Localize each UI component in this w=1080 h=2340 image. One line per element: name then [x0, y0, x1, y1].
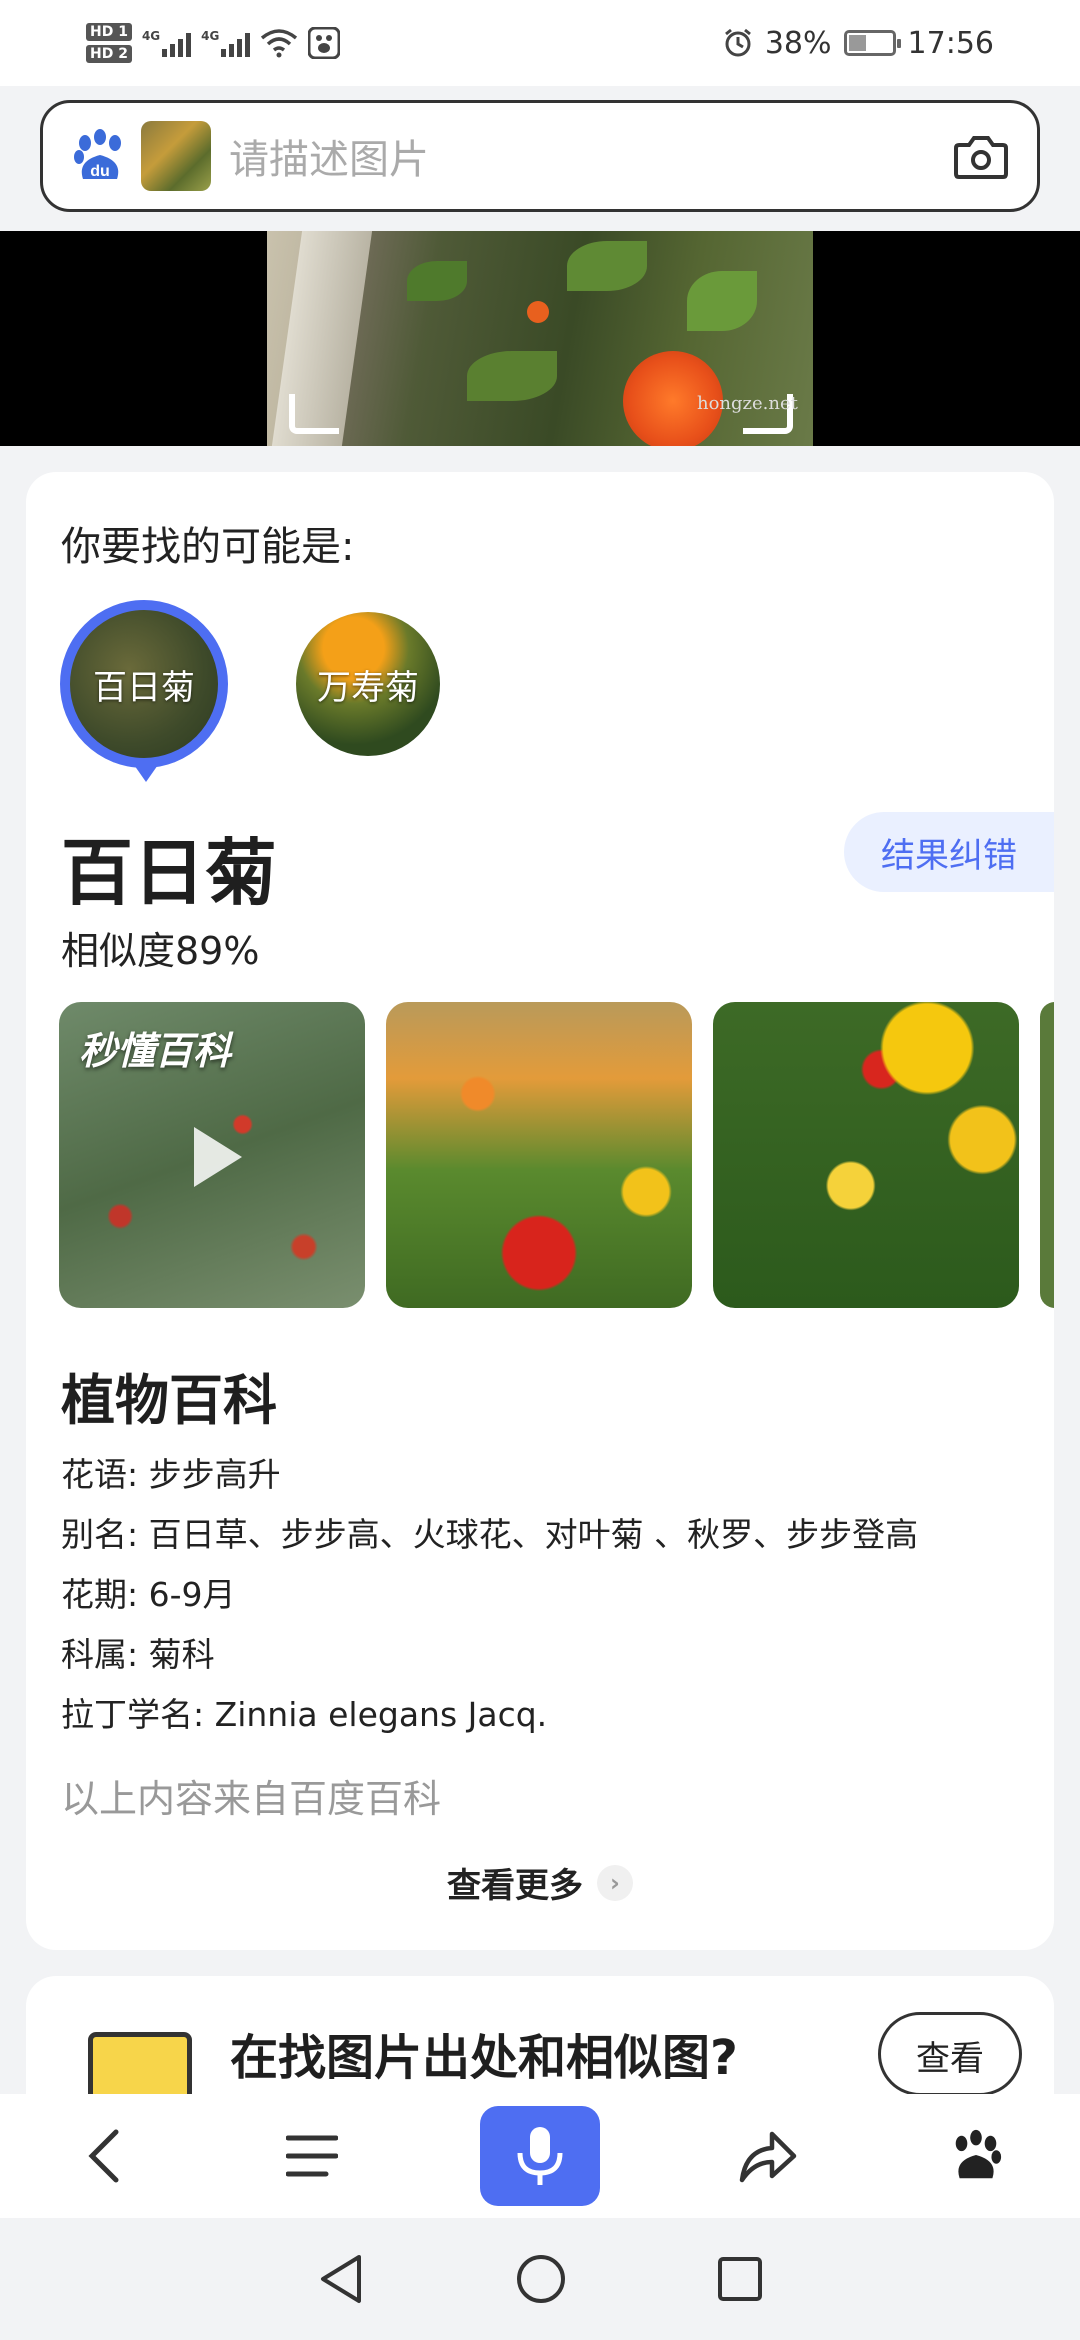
- signal-2: 4G: [201, 29, 251, 57]
- query-image-banner[interactable]: [0, 231, 1080, 446]
- info-latin-name: 拉丁学名: Zinnia elegans Jacq.: [61, 1695, 548, 1734]
- info-flower-language: 花语: 步步高升: [61, 1455, 281, 1494]
- result-card: 你要找的可能是: 百日菊 万寿菊 百日菊 结果纠错 相似度89% 秒懂百科 植物…: [26, 472, 1054, 1950]
- menu-button[interactable]: [272, 2116, 352, 2196]
- image-source-card: 在找图片出处和相似图? 查看: [26, 1976, 1054, 2096]
- nav-home-icon[interactable]: [515, 2253, 567, 2305]
- alarm-icon: [724, 28, 751, 57]
- signal-bars-icon: [162, 29, 192, 57]
- baidu-paw-icon: [955, 2129, 1002, 2179]
- selected-pointer: [132, 762, 160, 782]
- clock: 17:56: [907, 25, 994, 61]
- back-button[interactable]: [64, 2116, 144, 2196]
- hd2-badge: HD 2: [86, 45, 132, 63]
- gallery-video[interactable]: 秒懂百科: [59, 1002, 365, 1308]
- candidate-label: 万寿菊: [317, 667, 419, 708]
- gallery-image[interactable]: [713, 1002, 1019, 1308]
- candidate-wanshouju[interactable]: 万寿菊: [296, 612, 440, 756]
- voice-search-button[interactable]: [480, 2106, 600, 2206]
- baidu-notification-icon: [308, 27, 341, 59]
- signal-type-label: 4G: [141, 29, 161, 43]
- share-icon: [739, 2131, 797, 2183]
- view-more-label: 查看更多: [447, 1866, 583, 1906]
- image-source-view-button[interactable]: 查看: [878, 2012, 1022, 2096]
- info-flowering-period: 花期: 6-9月: [61, 1575, 236, 1614]
- baidu-logo-icon: du: [74, 129, 121, 180]
- menu-icon: [286, 2135, 338, 2177]
- system-nav-bar: [0, 2218, 1080, 2340]
- search-box[interactable]: du 请描述图片: [40, 100, 1040, 212]
- signal-type-label-2: 4G: [201, 29, 220, 43]
- chevron-left-icon: [88, 2129, 119, 2183]
- signal-bars-icon-2: [221, 29, 251, 57]
- chevron-right-icon: ›: [597, 1864, 633, 1901]
- bottom-toolbar: [0, 2094, 1080, 2218]
- baidu-home-button[interactable]: [936, 2116, 1016, 2196]
- info-alias: 别名: 百日草、步步高、火球花、对叶菊 、秋罗、步步登高: [61, 1515, 919, 1554]
- gallery-image[interactable]: [386, 1002, 692, 1308]
- maybe-label: 你要找的可能是:: [61, 524, 355, 570]
- gallery-image[interactable]: [1040, 1002, 1054, 1308]
- status-left: HD 1 HD 2 4G 4G: [86, 23, 341, 63]
- play-icon[interactable]: [194, 1127, 242, 1187]
- candidate-label: 百日菊: [93, 667, 195, 708]
- search-input[interactable]: 请描述图片: [229, 127, 953, 185]
- source-note[interactable]: 以上内容来自百度百科: [61, 1768, 441, 1823]
- status-bar: HD 1 HD 2 4G 4G 38% 17:56: [0, 0, 1080, 86]
- info-family: 科属: 菊科: [61, 1635, 215, 1674]
- battery-icon: [843, 30, 901, 56]
- crop-corner-bottom-left[interactable]: [289, 394, 339, 434]
- image-gallery[interactable]: 秒懂百科: [59, 1002, 1054, 1308]
- microphone-icon: [517, 2127, 563, 2185]
- image-source-title: 在找图片出处和相似图?: [230, 2030, 738, 2086]
- feedback-button[interactable]: 结果纠错: [844, 812, 1054, 892]
- signal-1: 4G: [141, 29, 192, 57]
- svg-text:du: du: [90, 163, 110, 180]
- candidate-bairiju[interactable]: 百日菊: [60, 600, 228, 768]
- image-watermark: hongze.net: [697, 393, 798, 414]
- similarity-score: 相似度89%: [61, 929, 260, 973]
- view-more-button[interactable]: 查看更多 ›: [26, 1858, 1054, 1907]
- video-source-logo: 秒懂百科: [79, 1029, 232, 1073]
- hd1-badge: HD 1: [86, 23, 132, 41]
- query-image-thumbnail[interactable]: [141, 121, 211, 191]
- battery-percent: 38%: [764, 25, 832, 61]
- share-button[interactable]: [728, 2116, 808, 2196]
- plant-name: 百日菊: [61, 831, 278, 915]
- status-right: 38% 17:56: [723, 26, 994, 61]
- encyclopedia-title: 植物百科: [61, 1369, 277, 1432]
- nav-recents-icon[interactable]: [717, 2256, 763, 2302]
- camera-icon[interactable]: [953, 131, 1009, 181]
- hd-indicators: HD 1 HD 2: [86, 23, 132, 63]
- wifi-icon: [261, 29, 298, 58]
- nav-back-icon[interactable]: [317, 2253, 365, 2305]
- image-source-icon: [88, 2032, 192, 2096]
